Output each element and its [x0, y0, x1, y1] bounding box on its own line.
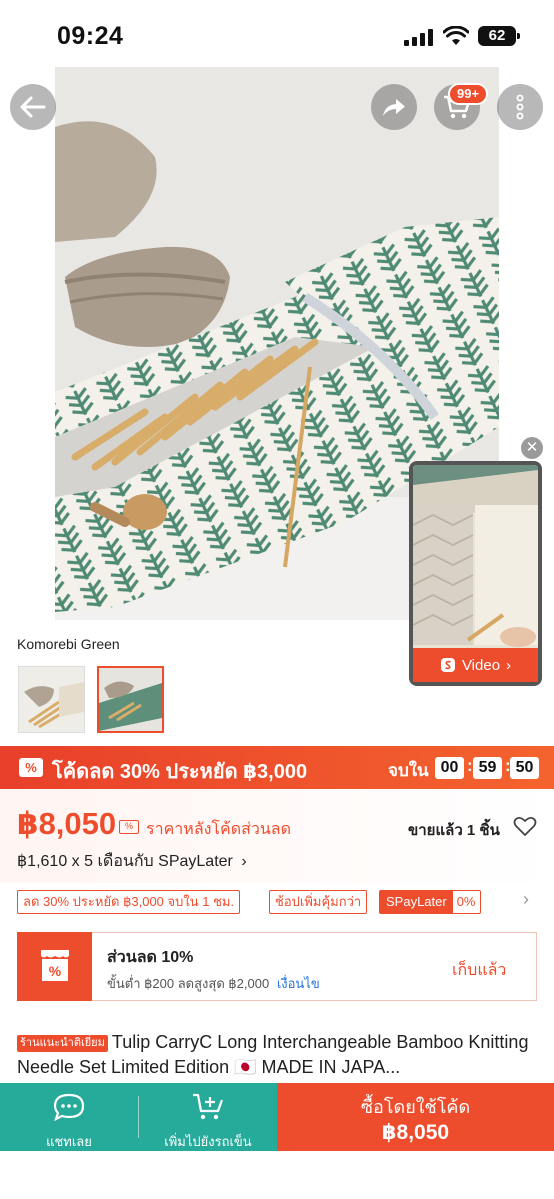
share-icon — [383, 99, 405, 116]
variant-thumbnail[interactable] — [18, 666, 85, 733]
add-to-cart-icon — [193, 1093, 224, 1120]
code-discount-text: โค้ดลด 30% ประหยัด ฿3,000 — [52, 761, 308, 783]
arrow-left-icon — [20, 96, 46, 118]
preferred-shop-badge: ร้านแนะนำติเยี่ยม — [17, 1035, 108, 1052]
video-button[interactable]: Video › — [413, 648, 538, 682]
installment-text: ฿1,610 x 5 เดือนกับ SPayLater — [17, 853, 233, 870]
spaylater-chip[interactable]: SPayLater 0% — [379, 890, 481, 914]
buy-label: ซื้อโดยใช้โค้ด — [360, 1097, 471, 1117]
ends-in-label: จบใน — [388, 761, 429, 780]
wifi-icon — [443, 26, 469, 45]
sold-count: ขายแล้ว 1 ชิ้น — [408, 822, 500, 839]
add-to-cart-label: เพิ่มไปยังรถเข็น — [164, 1134, 252, 1149]
price-after-code-note: ราคาหลังโค้ดส่วนลด — [146, 821, 291, 838]
back-button[interactable] — [10, 84, 56, 130]
buy-with-code-button[interactable]: ซื้อโดยใช้โค้ด ฿8,050 — [277, 1083, 554, 1151]
buy-price: ฿8,050 — [381, 1121, 450, 1144]
more-vertical-icon — [516, 94, 524, 120]
more-options-button[interactable] — [497, 84, 543, 130]
chat-button[interactable]: แชทเลย — [0, 1083, 138, 1151]
battery-icon: 62 — [478, 26, 520, 46]
countdown-minutes: 59 — [473, 757, 502, 779]
chevron-right-icon: › — [241, 853, 247, 870]
shopee-video-icon — [440, 658, 455, 672]
spaylater-label: SPayLater — [380, 891, 453, 913]
shop-voucher-subtitle: ขั้นต่ำ ฿200 ลดสูงสุด ฿2,000 เงื่อนไข — [107, 973, 320, 994]
chevron-right-icon: › — [506, 656, 512, 674]
shop-more-chip[interactable]: ช้อปเพิ่มคุ้มกว่า — [269, 890, 368, 914]
product-title: ร้านแนะนำติเยี่ยม Tulip CarryC Long Inter… — [17, 1030, 537, 1080]
discount-chip[interactable]: ลด 30% ประหยัด ฿3,000 จบใน 1 ชม. — [17, 890, 241, 914]
chat-icon — [53, 1093, 85, 1122]
countdown-colon: : — [467, 756, 473, 775]
shop-voucher-title: ส่วนลด 10% — [107, 949, 194, 966]
share-button[interactable] — [371, 84, 417, 130]
code-discount-bar[interactable]: % โค้ดลด 30% ประหยัด ฿3,000 จบใน 00 : 59… — [0, 746, 554, 789]
voucher-collected-status: เก็บแล้ว — [452, 962, 507, 979]
variant-thumbnail-selected[interactable] — [97, 666, 164, 733]
shop-voucher-min-spend: ขั้นต่ำ ฿200 ลดสูงสุด ฿2,000 — [107, 976, 270, 991]
coupon-icon: % — [119, 820, 139, 834]
status-time: 09:24 — [57, 22, 124, 50]
heart-icon[interactable] — [513, 815, 537, 837]
svg-text:%: % — [49, 963, 62, 979]
add-to-cart-button[interactable]: เพิ่มไปยังรถเข็น — [139, 1083, 277, 1151]
conditions-link[interactable]: เงื่อนไข — [277, 976, 320, 991]
video-label: Video — [461, 656, 501, 674]
installment-link[interactable]: ฿1,610 x 5 เดือนกับ SPayLater › — [17, 849, 247, 874]
countdown-seconds: 50 — [510, 757, 539, 779]
cart-count-badge: 99+ — [448, 83, 489, 105]
shop-voucher-icon: % — [41, 950, 69, 981]
price: ฿8,050 — [17, 806, 117, 841]
close-video-button[interactable]: ✕ — [521, 437, 543, 459]
signal-icon — [404, 29, 434, 46]
voucher-icon: % — [19, 758, 43, 777]
chat-label: แชทเลย — [46, 1134, 92, 1149]
spaylater-rate: 0% — [456, 894, 476, 909]
close-icon: ✕ — [525, 439, 539, 456]
chevron-right-icon[interactable]: › — [523, 889, 529, 910]
variant-name: Komorebi Green — [17, 636, 120, 652]
countdown-hours: 00 — [435, 757, 464, 779]
